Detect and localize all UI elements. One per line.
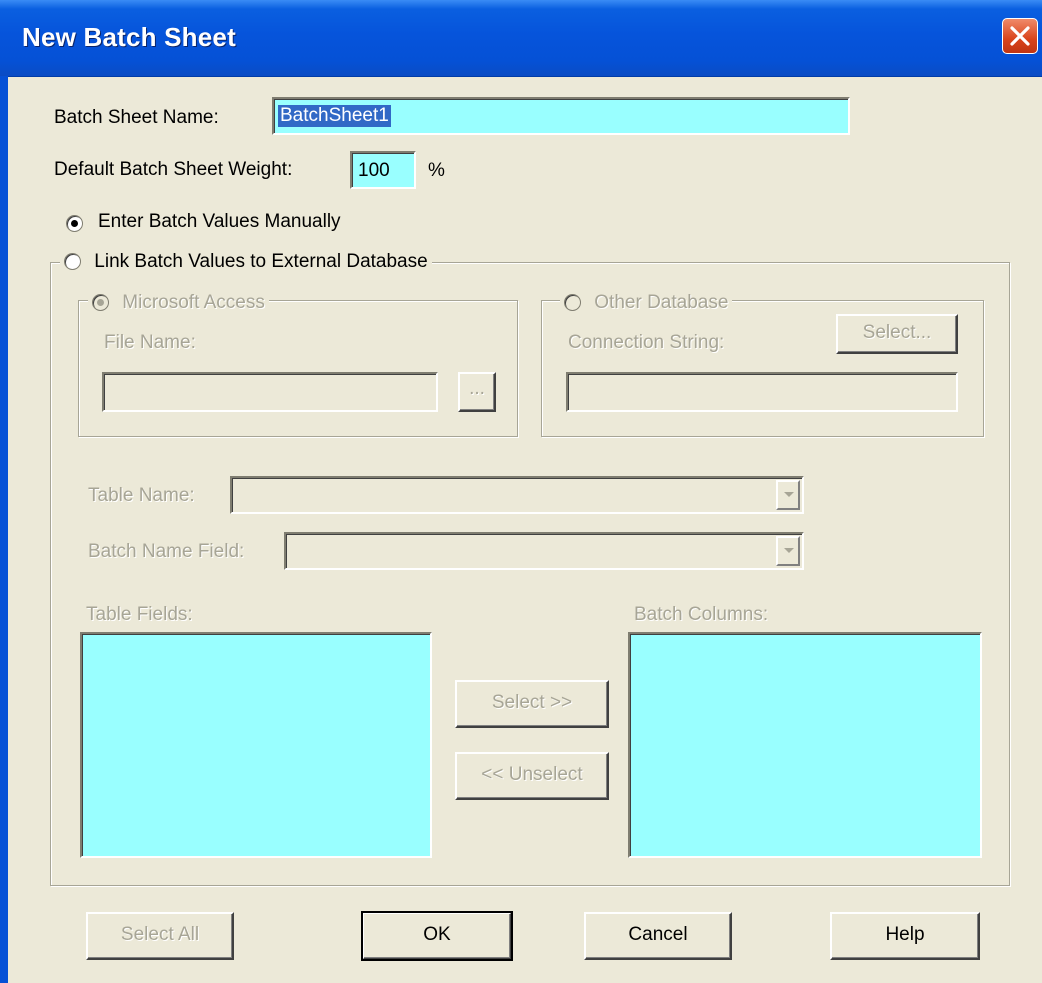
external-database-legend: Link Batch Values to External Database <box>60 250 432 276</box>
select-field-button[interactable]: Select >> <box>455 680 609 728</box>
dialog-window: New Batch Sheet Batch Sheet Name: BatchS… <box>0 0 1042 983</box>
table-fields-label: Table Fields: <box>86 604 193 625</box>
microsoft-access-radio[interactable] <box>92 294 109 311</box>
radio-selected-dot <box>97 299 104 306</box>
connection-string-input[interactable] <box>566 372 958 412</box>
table-name-select[interactable] <box>230 476 804 514</box>
batch-columns-list[interactable] <box>628 632 982 858</box>
link-external-radio[interactable] <box>64 253 81 270</box>
title-bar[interactable]: New Batch Sheet <box>0 0 1042 77</box>
table-name-label: Table Name: <box>88 485 195 506</box>
connection-string-label: Connection String: <box>568 332 725 353</box>
other-database-legend: Other Database <box>560 291 733 315</box>
table-name-dropdown-button[interactable] <box>776 480 800 510</box>
batch-sheet-name-input[interactable]: BatchSheet1 <box>272 97 850 135</box>
browse-file-button[interactable]: ... <box>458 372 496 412</box>
batch-name-field-dropdown-button[interactable] <box>776 536 800 566</box>
batch-sheet-name-label: Batch Sheet Name: <box>54 107 219 128</box>
select-all-button[interactable]: Select All <box>86 912 234 960</box>
other-database-radio[interactable] <box>564 294 581 311</box>
chevron-down-icon <box>784 548 794 553</box>
radio-selected-dot <box>71 220 78 227</box>
default-weight-value: 100 <box>358 160 390 181</box>
microsoft-access-group <box>78 300 518 437</box>
ok-button[interactable]: OK <box>361 911 513 961</box>
enter-manually-label[interactable]: Enter Batch Values Manually <box>98 211 341 233</box>
batch-name-field-select[interactable] <box>284 532 804 570</box>
microsoft-access-label[interactable]: Microsoft Access <box>122 292 265 313</box>
default-weight-input[interactable]: 100 <box>350 151 416 189</box>
default-weight-label: Default Batch Sheet Weight: <box>54 159 293 180</box>
close-button[interactable] <box>1002 18 1038 54</box>
batch-name-field-label: Batch Name Field: <box>88 541 245 562</box>
file-name-input[interactable] <box>102 372 438 412</box>
link-external-label[interactable]: Link Batch Values to External Database <box>94 251 427 272</box>
select-connection-button[interactable]: Select... <box>836 314 958 354</box>
file-name-label: File Name: <box>104 332 196 353</box>
close-icon <box>1010 26 1030 46</box>
cancel-button[interactable]: Cancel <box>584 912 732 960</box>
default-weight-unit: % <box>428 160 445 181</box>
batch-columns-label: Batch Columns: <box>634 604 769 625</box>
help-button[interactable]: Help <box>830 912 980 960</box>
window-title: New Batch Sheet <box>22 22 236 52</box>
chevron-down-icon <box>784 492 794 497</box>
window-frame-left <box>0 76 8 983</box>
other-database-label[interactable]: Other Database <box>594 292 728 313</box>
table-fields-list[interactable] <box>80 632 432 858</box>
unselect-field-button[interactable]: << Unselect <box>455 752 609 800</box>
microsoft-access-legend: Microsoft Access <box>88 291 269 315</box>
enter-manually-radio[interactable] <box>66 215 83 232</box>
batch-sheet-name-value: BatchSheet1 <box>278 105 391 127</box>
